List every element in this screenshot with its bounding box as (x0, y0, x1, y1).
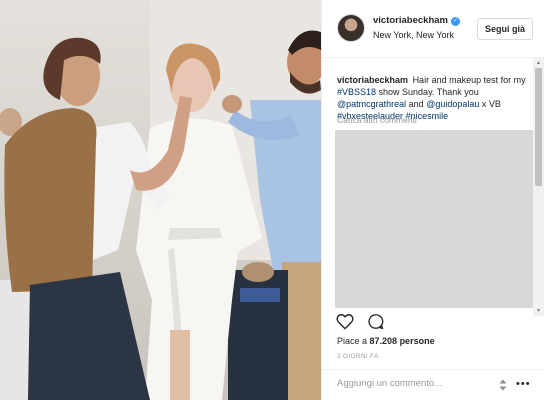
box-prop (240, 288, 280, 302)
scroll-up-arrow-icon[interactable]: ▲ (533, 58, 544, 68)
model-belt (168, 228, 222, 240)
post-timestamp[interactable]: 2 GIORNI FA (337, 353, 379, 360)
sort-arrows-icon[interactable] (498, 379, 508, 391)
post-photo-illustration (0, 0, 321, 400)
more-options-icon[interactable]: ••• (516, 378, 531, 390)
likes-prefix: Piace a (337, 336, 370, 346)
artist-jeans (28, 272, 150, 400)
caption-text: show Sunday. Thank you (376, 87, 479, 97)
mention-link[interactable]: @guidopalau (426, 99, 479, 109)
avatar[interactable] (337, 14, 365, 42)
username-text[interactable]: victoriabeckham (373, 15, 448, 26)
likes-number[interactable]: 87.208 (370, 336, 398, 346)
scroll-down-arrow-icon[interactable]: ▼ (533, 306, 544, 316)
comments-placeholder-area (335, 130, 534, 308)
scrollbar-thumb[interactable] (535, 68, 542, 186)
model-leg (170, 330, 190, 400)
post-location[interactable]: New York, New York (373, 30, 454, 40)
hashtag-link[interactable]: #VBSS18 (337, 87, 376, 97)
mention-link[interactable]: @patmcgrathreal (337, 99, 406, 109)
caption-text: x VB (479, 99, 501, 109)
post-header: victoriabeckham ✓ New York, New York Segu… (322, 0, 544, 58)
caption-author[interactable]: victoriabeckham (337, 75, 408, 85)
comment-bar: ••• (322, 369, 544, 400)
comment-input[interactable] (337, 378, 487, 389)
following-button[interactable]: Segui già (477, 18, 534, 40)
stylist-hand (222, 95, 242, 113)
artist-sweater (4, 108, 97, 292)
caption-text: Hair and makeup test for my (412, 75, 526, 85)
verified-badge-icon: ✓ (450, 17, 460, 26)
likes-count[interactable]: Piace a 87.208 persone (337, 336, 435, 346)
comment-icon[interactable] (367, 313, 384, 330)
load-more-comments-link[interactable]: Carica altri commenti (337, 115, 417, 125)
heart-icon[interactable] (336, 313, 354, 330)
post-username[interactable]: victoriabeckham ✓ (373, 15, 460, 26)
post-side-panel: victoriabeckham ✓ New York, New York Segu… (321, 0, 544, 400)
post-photo[interactable] (0, 0, 321, 400)
likes-suffix[interactable]: persone (397, 336, 435, 346)
background-person-left-legs (0, 280, 30, 400)
comments-scrollbar[interactable]: ▲ ▼ (533, 58, 544, 316)
post-actions (336, 313, 393, 333)
bag-prop (242, 262, 274, 282)
caption-text: and (406, 99, 427, 109)
